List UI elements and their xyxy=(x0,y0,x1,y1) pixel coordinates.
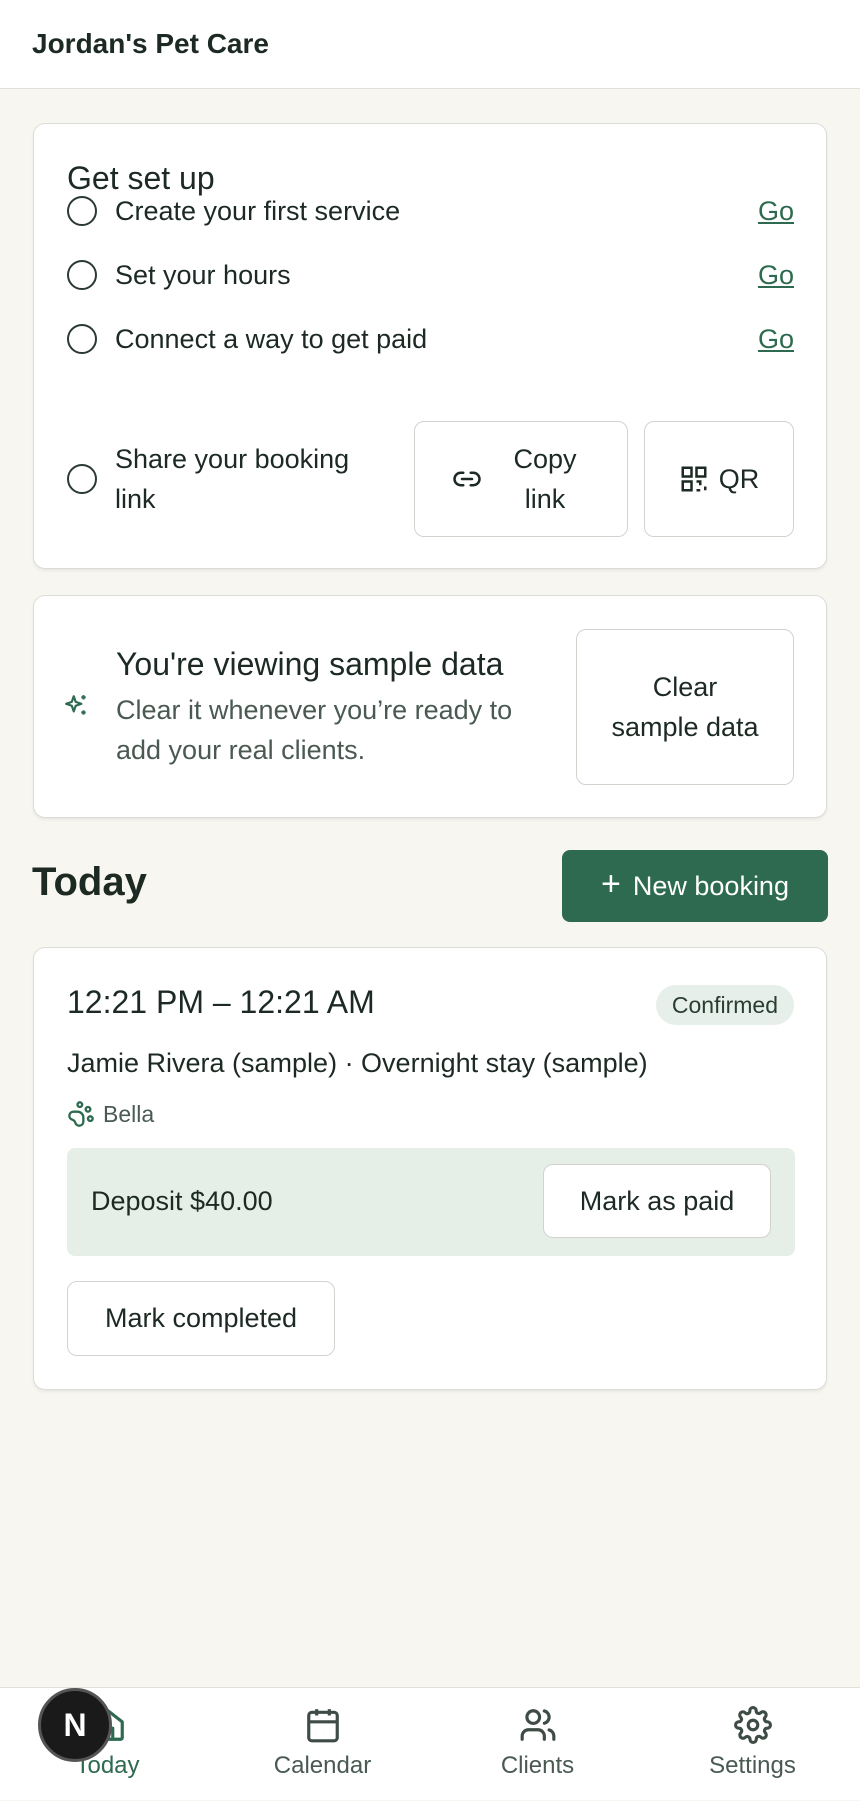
copy-link-button[interactable]: Copy link xyxy=(414,421,628,537)
new-booking-button[interactable]: + New booking xyxy=(562,850,828,922)
setup-step-hours: Set your hours Go xyxy=(67,250,794,300)
nav-settings[interactable]: Settings xyxy=(645,1688,860,1801)
qr-label: QR xyxy=(718,463,760,494)
nav-clients[interactable]: Clients xyxy=(430,1688,645,1801)
deposit-panel: Deposit $40.00 Mark as paid xyxy=(67,1148,795,1256)
sample-description: Clear it whenever you’re ready to add yo… xyxy=(116,695,513,765)
mark-paid-button[interactable]: Mark as paid xyxy=(543,1164,771,1238)
step-label: Set your hours xyxy=(115,259,291,290)
link-icon xyxy=(453,471,481,487)
go-link-payment[interactable]: Go xyxy=(758,324,794,355)
new-booking-label: New booking xyxy=(632,870,789,901)
setup-card: Get set up Create your first service Go … xyxy=(33,123,827,569)
booking-card[interactable]: 12:21 PM – 12:21 AM Confirmed Jamie Rive… xyxy=(33,947,827,1390)
step-label: Connect a way to get paid xyxy=(115,323,428,354)
go-link-hours[interactable]: Go xyxy=(758,260,794,291)
pet-info: Bella xyxy=(67,1100,154,1128)
setup-step-payment: Connect a way to get paid Go xyxy=(67,314,794,364)
clients-icon xyxy=(520,1709,555,1741)
step-circle-icon[interactable] xyxy=(67,260,97,290)
qr-code-icon xyxy=(681,466,707,492)
today-heading: Today xyxy=(32,860,147,904)
pet-name: Bella xyxy=(103,1100,155,1127)
nav-today[interactable]: Today xyxy=(0,1688,215,1801)
setup-step-service: Create your first service Go xyxy=(67,186,794,236)
go-link-service[interactable]: Go xyxy=(758,196,794,227)
step-circle-icon[interactable] xyxy=(67,464,97,494)
bottom-nav: Today Calendar Clients Settings xyxy=(0,1687,860,1800)
sample-title: You're viewing sample data xyxy=(116,646,504,682)
copy-link-label: Copy link xyxy=(513,444,577,514)
nav-calendar[interactable]: Calendar xyxy=(215,1688,430,1801)
plus-icon: + xyxy=(601,865,621,903)
sparkle-icon xyxy=(65,695,86,715)
clear-sample-data-button[interactable]: Clear sample data xyxy=(576,629,794,785)
booking-time: 12:21 PM – 12:21 AM xyxy=(67,984,375,1020)
nav-label: Clients xyxy=(500,1752,575,1779)
booking-summary: Jamie Rivera (sample) · Overnight stay (… xyxy=(67,1048,648,1078)
deposit-amount: Deposit $40.00 xyxy=(91,1186,273,1216)
top-bar: Jordan's Pet Care xyxy=(0,0,860,89)
gear-icon xyxy=(733,1706,772,1744)
mark-completed-button[interactable]: Mark completed xyxy=(67,1281,335,1356)
nav-label: Settings xyxy=(709,1752,796,1779)
clear-sample-label: Clear sample data xyxy=(611,672,759,742)
status-badge: Confirmed xyxy=(655,985,794,1025)
step-circle-icon[interactable] xyxy=(67,196,97,226)
calendar-icon xyxy=(306,1709,339,1743)
sample-data-card: You're viewing sample data Clear it when… xyxy=(33,595,827,818)
step-circle-icon[interactable] xyxy=(67,324,97,354)
dev-tools-badge[interactable]: N xyxy=(38,1688,112,1762)
step-label: Create your first service xyxy=(115,195,401,226)
nav-label: Calendar xyxy=(273,1752,372,1779)
paw-icon xyxy=(68,1101,94,1127)
app-title: Jordan's Pet Care xyxy=(32,28,269,59)
share-label: Share your booking link xyxy=(115,444,350,514)
qr-code-button[interactable]: QR xyxy=(644,421,794,537)
